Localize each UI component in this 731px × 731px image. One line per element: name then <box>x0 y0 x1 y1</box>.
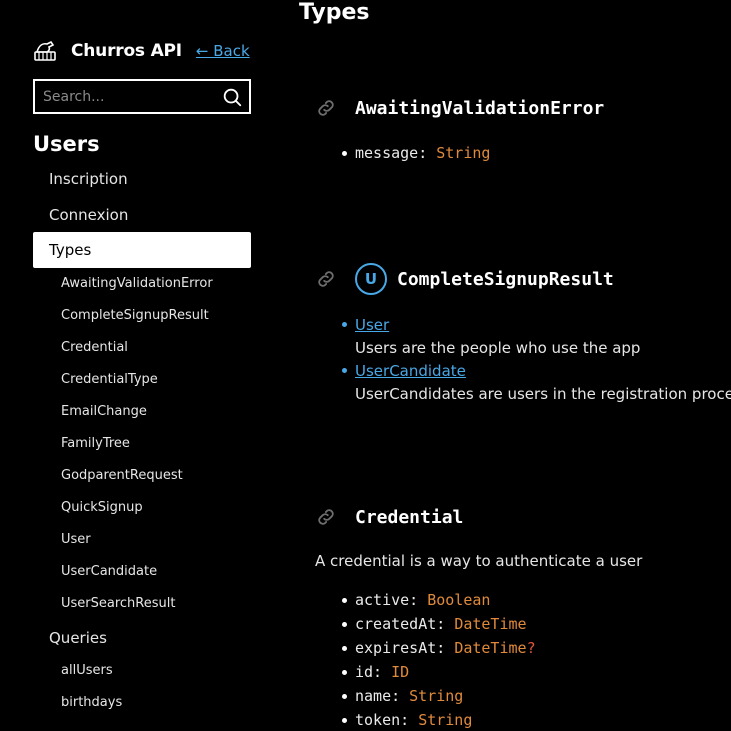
bullet <box>342 693 347 699</box>
field-type[interactable]: DateTime <box>454 639 526 657</box>
sidebar-subitem-allusers[interactable]: allUsers <box>61 661 113 681</box>
page-title: Types <box>299 0 370 25</box>
sidebar-subitem-godparentrequest[interactable]: GodparentRequest <box>61 466 183 486</box>
bullet <box>342 150 347 156</box>
link-icon[interactable] <box>315 97 337 119</box>
brand-name: Churros API <box>71 41 182 61</box>
field-name: expiresAt: <box>355 639 446 657</box>
main-content: Types AwaitingValidationError message: S… <box>270 0 731 731</box>
union-member-description: UserCandidates are users in the registra… <box>355 385 731 403</box>
type-name: CompleteSignupResult <box>397 268 614 290</box>
field-type[interactable]: Boolean <box>427 591 490 609</box>
field-type[interactable]: String <box>409 687 463 705</box>
bullet <box>342 717 347 723</box>
type-header-awaitingvalidationerror: AwaitingValidationError <box>315 97 604 119</box>
sidebar-item-connexion[interactable]: Connexion <box>33 197 251 233</box>
sidebar-item-types[interactable]: Types <box>33 232 251 268</box>
field-type[interactable]: DateTime <box>454 615 526 633</box>
bullet <box>342 645 347 651</box>
sidebar-subitem-credentialtype[interactable]: CredentialType <box>61 370 158 390</box>
sidebar-subitem-awaitingvalidationerror[interactable]: AwaitingValidationError <box>61 274 213 294</box>
sidebar-subitem-completesignupresult[interactable]: CompleteSignupResult <box>61 306 209 326</box>
field-name: name: String <box>342 687 463 705</box>
field-createdat: createdAt: DateTime <box>342 615 527 633</box>
sidebar-subitem-user[interactable]: User <box>61 530 91 550</box>
bullet <box>342 368 347 373</box>
sidebar: Churros API ← Back Users Inscription Con… <box>0 0 270 731</box>
sidebar-subitem-usersearchresult[interactable]: UserSearchResult <box>61 594 175 614</box>
field-id: id: ID <box>342 663 409 681</box>
bullet <box>342 322 347 327</box>
field-expiresat: expiresAt: DateTime? <box>342 639 536 657</box>
type-header-completesignupresult: U CompleteSignupResult <box>315 263 614 295</box>
union-member-description: Users are the people who use the app <box>355 339 641 357</box>
field-active: active: Boolean <box>342 591 490 609</box>
search-box <box>33 79 251 114</box>
link-icon[interactable] <box>315 268 337 290</box>
bullet <box>342 621 347 627</box>
search-input[interactable] <box>35 81 221 112</box>
bullet <box>342 669 347 675</box>
sidebar-subitem-familytree[interactable]: FamilyTree <box>61 434 130 454</box>
field-type[interactable]: String <box>418 711 472 729</box>
link-icon[interactable] <box>315 506 337 528</box>
nullable-marker: ? <box>526 639 536 657</box>
field-name: id: <box>355 663 383 681</box>
field-name: message: <box>355 144 428 162</box>
type-description: A credential is a way to authenticate a … <box>315 552 643 570</box>
search-icon[interactable] <box>221 86 243 108</box>
sidebar-item-inscription[interactable]: Inscription <box>33 161 251 197</box>
sidebar-subitem-usercandidate[interactable]: UserCandidate <box>61 562 157 582</box>
field-name: token: <box>355 711 410 729</box>
sidebar-subitem-credential[interactable]: Credential <box>61 338 128 358</box>
type-name: Credential <box>355 506 464 528</box>
type-name: AwaitingValidationError <box>355 97 605 119</box>
section-title-users[interactable]: Users <box>33 132 100 156</box>
sidebar-subitem-quicksignup[interactable]: QuickSignup <box>61 498 143 518</box>
sidebar-item-queries[interactable]: Queries <box>33 620 251 656</box>
field-name: active: <box>355 591 419 609</box>
field-token: token: String <box>342 711 472 729</box>
union-member-usercandidate-link[interactable]: UserCandidate <box>355 362 466 380</box>
union-member-user-link[interactable]: User <box>355 316 389 334</box>
sidebar-subitem-birthdays[interactable]: birthdays <box>61 693 122 713</box>
field-type[interactable]: String <box>436 144 490 162</box>
brand: Churros API ← Back <box>33 38 250 64</box>
field-name: name: <box>355 687 401 705</box>
bullet <box>342 597 347 603</box>
churros-logo-icon <box>34 40 56 61</box>
field-message: message: String <box>342 144 490 162</box>
union-badge: U <box>355 263 387 295</box>
back-link[interactable]: ← Back <box>196 42 250 60</box>
field-name: createdAt: <box>355 615 446 633</box>
type-header-credential: Credential <box>315 506 463 528</box>
field-type[interactable]: ID <box>391 663 409 681</box>
sidebar-subitem-emailchange[interactable]: EmailChange <box>61 402 147 422</box>
